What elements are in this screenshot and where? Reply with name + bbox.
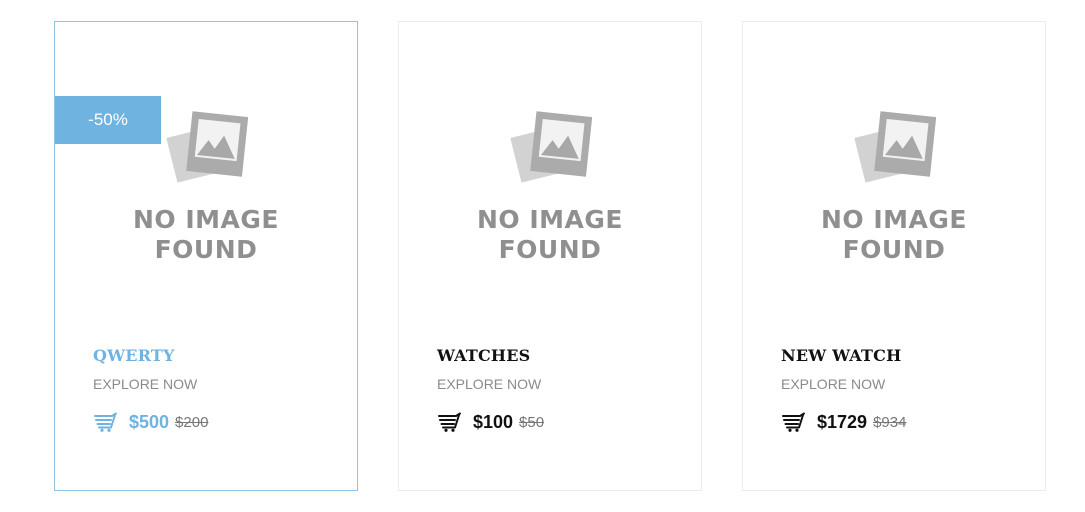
old-price: $50 — [519, 413, 545, 431]
placeholder-text: FOUND — [842, 235, 946, 264]
no-image-icon — [166, 111, 249, 183]
price-row: $100 $50 — [437, 410, 544, 434]
product-title[interactable]: WATCHES — [437, 346, 530, 365]
placeholder-text: FOUND — [498, 235, 602, 264]
product-image-placeholder[interactable]: NO IMAGE FOUND — [399, 82, 701, 282]
discount-badge: -50% — [55, 96, 161, 144]
current-price: $1729 — [817, 411, 868, 432]
cart-icon[interactable] — [781, 412, 807, 432]
current-price: $100 — [473, 411, 514, 432]
no-image-icon — [510, 111, 593, 183]
placeholder-text: NO IMAGE — [132, 205, 279, 234]
product-grid: NO IMAGE FOUND -50% QWERTY EXPLORE NOW $… — [0, 0, 1085, 512]
placeholder-text: NO IMAGE — [820, 205, 967, 234]
no-image-icon — [854, 111, 937, 183]
product-card[interactable]: NO IMAGE FOUND NEW WATCH EXPLORE NOW $17… — [742, 21, 1046, 491]
explore-now-link[interactable]: EXPLORE NOW — [781, 376, 885, 392]
placeholder-text: NO IMAGE — [476, 205, 623, 234]
product-card[interactable]: NO IMAGE FOUND WATCHES EXPLORE NOW $100 … — [398, 21, 702, 491]
cart-icon[interactable] — [437, 412, 463, 432]
explore-now-link[interactable]: EXPLORE NOW — [437, 376, 541, 392]
product-title[interactable]: NEW WATCH — [781, 346, 901, 365]
price-row: $1729 $934 — [781, 410, 906, 434]
product-card[interactable]: NO IMAGE FOUND -50% QWERTY EXPLORE NOW $… — [54, 21, 358, 491]
product-title[interactable]: QWERTY — [93, 346, 175, 365]
placeholder-text: FOUND — [154, 235, 258, 264]
old-price: $934 — [873, 413, 907, 431]
cart-icon[interactable] — [93, 412, 119, 432]
old-price: $200 — [175, 413, 209, 431]
explore-now-link[interactable]: EXPLORE NOW — [93, 376, 197, 392]
product-image-placeholder[interactable]: NO IMAGE FOUND — [743, 82, 1045, 282]
current-price: $500 — [129, 411, 170, 432]
price-row: $500 $200 — [93, 410, 208, 434]
